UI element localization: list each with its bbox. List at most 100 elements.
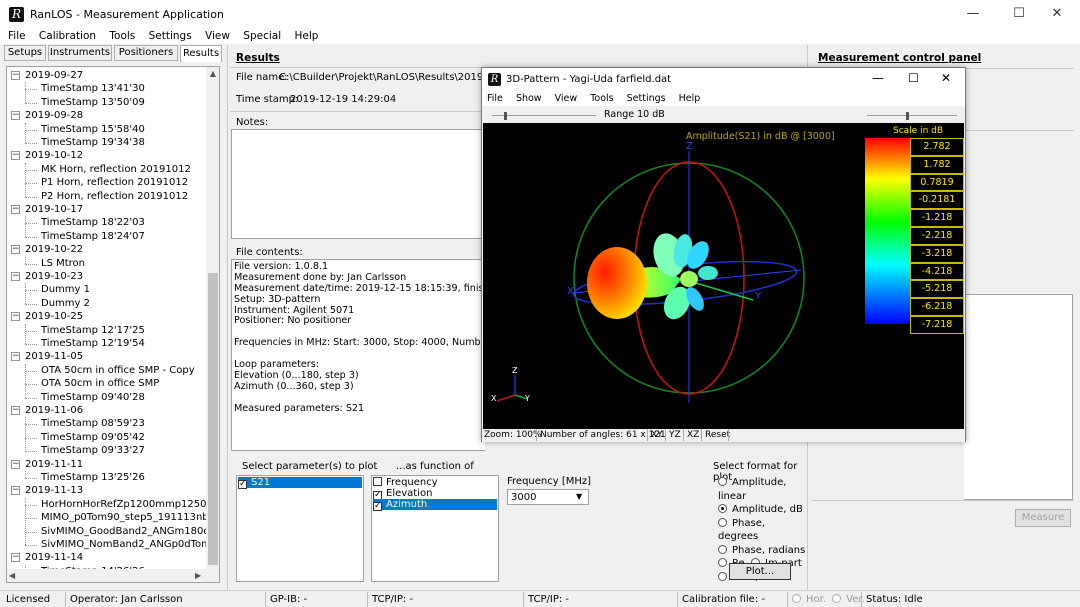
collapse-icon[interactable]: − [11, 312, 20, 322]
tree-date-label: 2019-11-11 [25, 458, 84, 470]
scroll-thumb[interactable] [208, 273, 218, 565]
pattern-close-icon[interactable]: ✕ [941, 71, 951, 85]
tree-item-label: TimeStamp 19'34'38 [41, 137, 145, 148]
plot-button[interactable]: Plot... [729, 563, 791, 580]
menu-settings[interactable]: Settings [149, 30, 192, 42]
collapse-icon[interactable]: − [11, 553, 20, 563]
tree-hscrollbar[interactable]: ◀ ▶ [7, 569, 219, 582]
radio-amplitude-linear[interactable]: Amplitude, linear [718, 476, 808, 503]
notes-label: Notes: [236, 117, 269, 128]
reset-view-button[interactable]: Reset [705, 429, 730, 441]
radio-phase-radians[interactable]: Phase, radians [718, 544, 808, 558]
tcpip-status-2: TCP/IP: - [524, 592, 678, 607]
pattern-minimize-icon[interactable]: — [872, 71, 884, 85]
file-contents-line: Positioner: No positioner [234, 315, 352, 327]
radiation-pattern [587, 233, 718, 320]
file-contents-box[interactable]: File version: 1.0.8.1 Measurement done by… [231, 259, 485, 451]
left-tabs: Setups Instruments Positioners Results [4, 45, 226, 62]
params-list[interactable]: ✓ S21 [236, 475, 364, 582]
close-icon[interactable]: ✕ [1034, 0, 1080, 28]
param-item-s21[interactable]: ✓ S21 [238, 477, 362, 489]
axis-triad: Z X Y [491, 366, 530, 403]
results-tree[interactable]: −2019-09-27 TimeStamp 13'41'30 TimeStamp 1… [6, 66, 220, 583]
svg-text:Y: Y [524, 394, 530, 403]
frequency-label: Frequency [MHz] [507, 476, 592, 487]
plot-title: Amplitude(S21) in dB @ [3000] [686, 131, 835, 142]
menu-tools[interactable]: Tools [109, 30, 135, 42]
view-yz-button[interactable]: YZ [669, 429, 681, 441]
collapse-icon[interactable]: − [11, 151, 20, 161]
tree-item-label: P1 Horn, reflection 20191012 [41, 177, 189, 189]
timestamp-value: 2019-12-19 14:29:04 [290, 94, 397, 105]
tree-date-label: 2019-10-23 [25, 271, 84, 282]
menu-view[interactable]: View [205, 30, 230, 42]
tcpip-status-1: TCP/IP: - [368, 592, 524, 607]
menu-special[interactable]: Special [243, 30, 281, 42]
window-title: RanLOS - Measurement Application [30, 8, 224, 21]
scroll-up-icon[interactable]: ▲ [206, 67, 219, 81]
pattern-canvas[interactable]: Z X Y Amplitude(S21) in dB @ [3000] Z X … [483, 123, 964, 429]
collapse-icon[interactable]: − [11, 205, 20, 214]
tree-scrollbar[interactable]: ▲ [206, 67, 219, 569]
radio-ver[interactable] [832, 594, 842, 603]
range-slider-left[interactable] [492, 112, 596, 120]
collapse-icon[interactable]: − [11, 459, 20, 469]
pattern-menu-settings[interactable]: Settings [627, 93, 666, 104]
pattern-logo-icon: R [488, 73, 501, 86]
checkbox-s21[interactable]: ✓ [238, 480, 247, 489]
collapse-icon[interactable]: − [11, 71, 20, 80]
control-log[interactable] [964, 294, 1073, 500]
tree-item-label: TimeStamp 13'50'09 [41, 96, 145, 108]
radio-phase-degrees[interactable]: Phase, degrees [718, 517, 808, 544]
radio-amplitude-db[interactable]: Amplitude, dB [718, 503, 808, 517]
function-item-azimuth[interactable]: ✓ Azimuth [373, 499, 497, 511]
pattern-menu-file[interactable]: File [487, 93, 503, 104]
tab-positioners[interactable]: Positioners [114, 45, 178, 61]
collapse-icon[interactable]: − [11, 486, 20, 496]
collapse-icon[interactable]: − [11, 272, 20, 281]
tree-date-label: 2019-11-06 [25, 405, 84, 416]
minimize-icon[interactable]: — [950, 0, 996, 28]
operator-status: Operator: Jan Carlsson [66, 592, 266, 607]
range-slider-right[interactable] [867, 112, 957, 120]
slider-thumb[interactable] [504, 112, 507, 120]
pattern-menu-tools[interactable]: Tools [590, 93, 613, 104]
file-contents-line: Setup: 3D-pattern [234, 293, 321, 305]
view-xy-button[interactable]: XY [651, 429, 663, 441]
tree-item-label: TimeStamp 18'22'03 [41, 217, 145, 229]
notes-field[interactable] [231, 129, 483, 239]
frequency-select[interactable]: 3000 ▼ [507, 489, 589, 505]
tree-item-label: HorHornHorRefZp1200mmp1250mmYpm [41, 498, 219, 510]
tree-item-label: SivMIMO_NomBand2_ANGp0dTom180c [41, 539, 220, 550]
radio-hor[interactable] [792, 594, 801, 603]
chevron-down-icon[interactable]: ▼ [576, 492, 582, 501]
tab-setups[interactable]: Setups [4, 45, 46, 61]
app-logo-icon: R [9, 7, 24, 22]
tab-results[interactable]: Results [180, 45, 222, 62]
collapse-icon[interactable]: − [11, 245, 20, 255]
pattern-menu-view[interactable]: View [555, 93, 578, 104]
menu-file[interactable]: File [8, 30, 26, 42]
function-item-frequency[interactable]: Frequency [373, 477, 497, 488]
tab-instruments[interactable]: Instruments [48, 45, 112, 61]
functions-list[interactable]: Frequency ✓ Elevation ✓ Azimuth [371, 475, 499, 582]
slider-thumb[interactable] [906, 112, 909, 120]
checkbox-azimuth[interactable]: ✓ [373, 502, 382, 511]
menu-help[interactable]: Help [295, 30, 319, 42]
scroll-left-icon[interactable]: ◀ [9, 569, 15, 582]
checkbox-frequency[interactable] [373, 477, 382, 486]
collapse-icon[interactable]: − [11, 111, 20, 121]
pattern-menu-help[interactable]: Help [679, 93, 701, 104]
menu-calibration[interactable]: Calibration [39, 30, 96, 42]
scroll-right-icon[interactable]: ▶ [195, 569, 201, 582]
collapse-icon[interactable]: − [11, 352, 20, 362]
collapse-icon[interactable]: − [11, 406, 20, 415]
pattern-menu-show[interactable]: Show [516, 93, 542, 104]
hor-ver-radios: Hor. Ver. [788, 592, 865, 607]
axis-label-x: X [567, 286, 574, 297]
pattern-maximize-icon[interactable]: ☐ [908, 71, 919, 85]
view-xz-button[interactable]: XZ [687, 429, 699, 441]
measure-button[interactable]: Measure [1015, 509, 1071, 527]
function-item-elevation[interactable]: ✓ Elevation [373, 488, 497, 500]
tree-date-label: 2019-10-25 [25, 311, 84, 323]
